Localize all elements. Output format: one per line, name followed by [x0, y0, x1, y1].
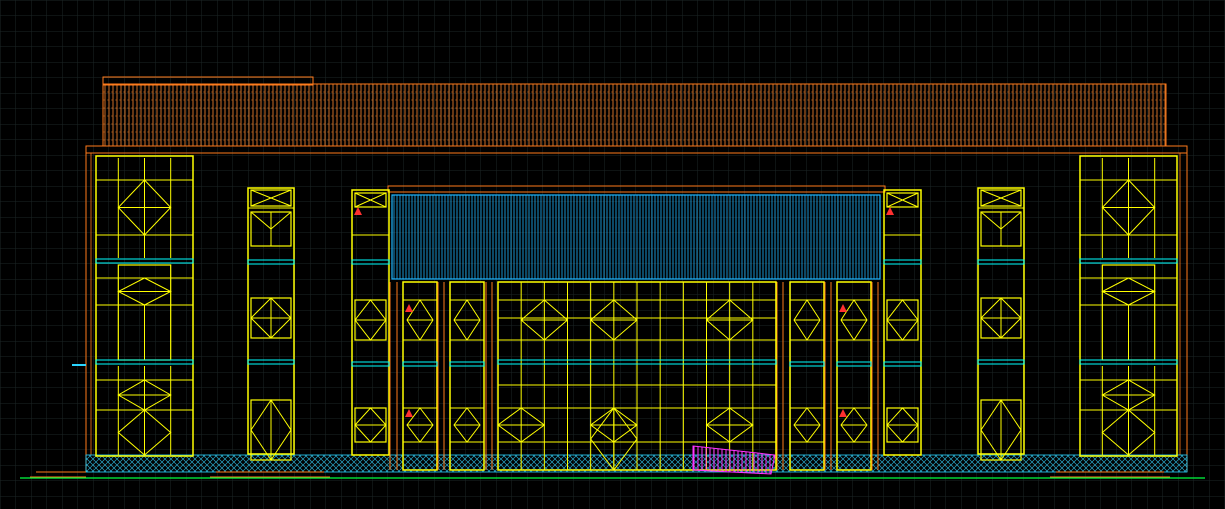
cad-elevation-canvas[interactable] — [0, 0, 1225, 509]
roof-screen — [102, 76, 1167, 147]
entrance-canopy — [387, 185, 886, 280]
elevation-drawing — [0, 0, 1225, 509]
